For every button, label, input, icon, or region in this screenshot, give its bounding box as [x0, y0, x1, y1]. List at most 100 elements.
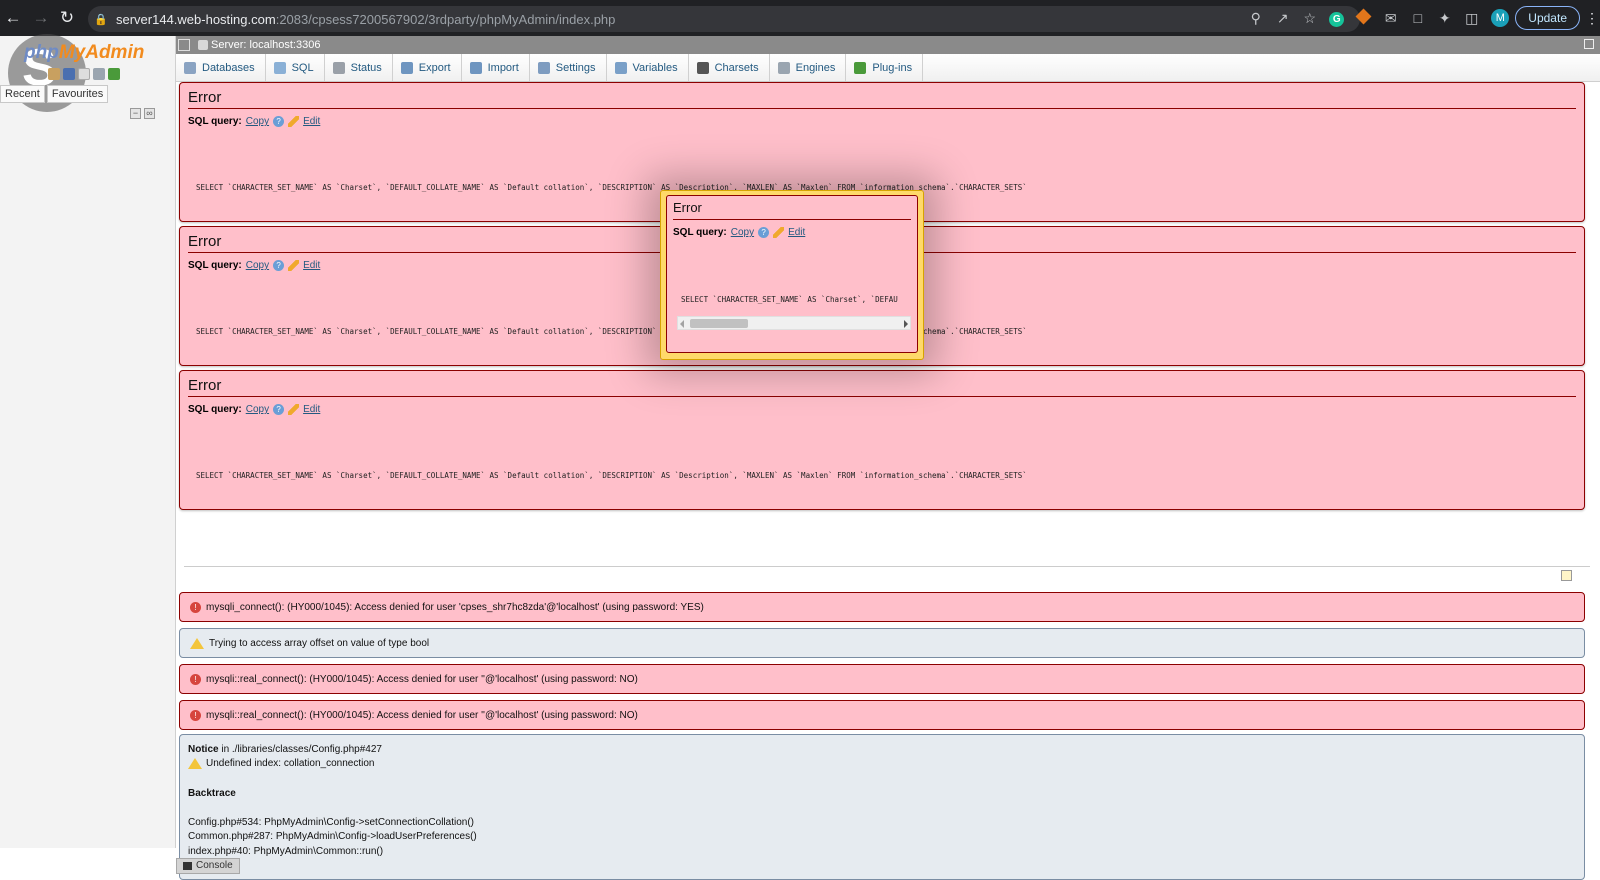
- help-icon[interactable]: ?: [758, 227, 770, 238]
- tab-plug-ins[interactable]: Plug-ins: [846, 54, 924, 81]
- horizontal-scrollbar[interactable]: [677, 316, 911, 330]
- mail-icon[interactable]: ✉: [1377, 10, 1404, 27]
- tab-variables[interactable]: Variables: [607, 54, 689, 81]
- copy-link[interactable]: Copy: [246, 116, 269, 127]
- tab-label: Engines: [795, 61, 836, 74]
- section-divider: [184, 566, 1590, 567]
- help-icon[interactable]: ?: [273, 260, 285, 271]
- error-popup: Error SQL query: Copy ? Edit SELECT `CHA…: [660, 190, 924, 360]
- console-icon: [183, 862, 192, 870]
- sql-query-label: SQL query:: [188, 260, 242, 271]
- status-icon: [332, 61, 345, 74]
- tab-label: Status: [350, 61, 382, 74]
- tab-label: Export: [418, 61, 451, 74]
- engines-icon: [777, 61, 790, 74]
- variables-icon: [614, 61, 627, 74]
- phpmyadmin-logo[interactable]: phpMyAdmin: [24, 42, 144, 64]
- pencil-icon: [773, 227, 785, 238]
- sql-query-line: SQL query: Copy ? Edit: [188, 404, 320, 415]
- database-icon: [184, 61, 196, 74]
- tab-charsets[interactable]: Charsets: [689, 54, 770, 81]
- error-title: Error: [188, 377, 222, 394]
- docs-icon[interactable]: [78, 68, 90, 80]
- tab-label: Settings: [555, 61, 596, 74]
- copy-link[interactable]: Copy: [246, 260, 269, 271]
- edit-link[interactable]: Edit: [788, 227, 805, 238]
- forward-icon[interactable]: →: [28, 5, 54, 31]
- tab-engines[interactable]: Engines: [770, 54, 847, 81]
- notice-warning: Undefined index: collation_connection: [188, 758, 374, 769]
- edit-link[interactable]: Edit: [303, 116, 320, 127]
- message-error: ! mysqli_connect(): (HY000/1045): Access…: [179, 592, 1585, 622]
- copy-link[interactable]: Copy: [731, 227, 754, 238]
- folder-icon[interactable]: □: [1404, 10, 1431, 26]
- console-toggle[interactable]: Console: [176, 858, 240, 874]
- logo-nav-icons: [48, 68, 120, 80]
- pencil-icon: [288, 404, 300, 415]
- profile-avatar[interactable]: M: [1491, 9, 1510, 27]
- toggle-icon[interactable]: [1561, 570, 1572, 581]
- share-icon[interactable]: ↗: [1269, 10, 1296, 27]
- message-text: mysqli::real_connect(): (HY000/1045): Ac…: [206, 673, 638, 685]
- extensions-icon[interactable]: ✦: [1431, 10, 1458, 27]
- help-icon[interactable]: ?: [273, 116, 285, 127]
- collapse-all-icon[interactable]: −: [130, 108, 141, 119]
- popup-error-block: Error SQL query: Copy ? Edit SELECT `CHA…: [666, 195, 918, 353]
- link-icon[interactable]: ∞: [144, 108, 155, 119]
- scroll-thumb[interactable]: [690, 319, 748, 328]
- edit-link[interactable]: Edit: [303, 404, 320, 415]
- url-host: server144.web-hosting.com: [116, 11, 276, 27]
- message-error: ! mysqli::real_connect(): (HY000/1045): …: [179, 664, 1585, 694]
- update-button[interactable]: Update: [1515, 6, 1580, 30]
- sidepanel-icon[interactable]: ◫: [1458, 10, 1485, 27]
- menu-kebab-icon[interactable]: ⋮: [1584, 10, 1600, 27]
- grammarly-icon[interactable]: G: [1323, 9, 1350, 27]
- error-title: Error: [188, 233, 222, 250]
- server-label[interactable]: Server: localhost:3306: [211, 39, 320, 51]
- tab-sql[interactable]: SQL: [266, 54, 325, 81]
- edit-link[interactable]: Edit: [303, 260, 320, 271]
- backtrace-label: Backtrace: [188, 788, 236, 799]
- recent-button[interactable]: Recent: [0, 85, 45, 103]
- tab-databases[interactable]: Databases: [176, 54, 266, 81]
- server-icon: [198, 40, 208, 50]
- tab-settings[interactable]: Settings: [530, 54, 607, 81]
- zoom-icon[interactable]: ⚲: [1242, 10, 1269, 27]
- sql-query-label: SQL query:: [673, 227, 727, 238]
- pencil-icon: [288, 116, 300, 127]
- notice-warning-text: Undefined index: collation_connection: [206, 758, 375, 769]
- console-label: Console: [196, 860, 233, 871]
- charsets-icon: [696, 61, 709, 74]
- message-error: ! mysqli::real_connect(): (HY000/1045): …: [179, 700, 1585, 730]
- star-icon[interactable]: ☆: [1296, 10, 1323, 27]
- copy-link[interactable]: Copy: [246, 404, 269, 415]
- scroll-right-icon[interactable]: [904, 320, 908, 328]
- error-title: Error: [188, 89, 222, 106]
- message-text: Trying to access array offset on value o…: [209, 637, 430, 649]
- home-icon[interactable]: [48, 68, 60, 80]
- reload-nav-icon[interactable]: [108, 68, 120, 80]
- settings-gear-icon[interactable]: [93, 68, 105, 80]
- notice-backtrace-block: Notice in ./libraries/classes/Config.php…: [179, 734, 1585, 880]
- help-icon[interactable]: ?: [273, 404, 285, 415]
- tab-import[interactable]: Import: [462, 54, 530, 81]
- url-path: :2083/cpsess7200567902/3rdparty/phpMyAdm…: [275, 11, 616, 27]
- metamask-icon[interactable]: [1350, 8, 1377, 27]
- sql-query-label: SQL query:: [188, 116, 242, 127]
- collapse-nav-icon[interactable]: [178, 39, 190, 51]
- error-divider: [188, 396, 1576, 397]
- address-bar[interactable]: 🔒 server144.web-hosting.com :2083/cpsess…: [88, 6, 1360, 32]
- error-icon: !: [190, 601, 201, 613]
- tab-status[interactable]: Status: [325, 54, 393, 81]
- back-icon[interactable]: ←: [0, 5, 26, 31]
- reload-icon[interactable]: ↻: [54, 5, 80, 31]
- maximize-icon[interactable]: [1584, 39, 1594, 49]
- favourites-button[interactable]: Favourites: [46, 85, 109, 103]
- logout-icon[interactable]: [63, 68, 75, 80]
- pencil-icon: [288, 260, 300, 271]
- warning-icon: [190, 637, 204, 649]
- tab-export[interactable]: Export: [393, 54, 462, 81]
- tab-label: Databases: [202, 61, 255, 74]
- scroll-left-icon[interactable]: [680, 320, 684, 328]
- notice-label: Notice: [188, 744, 219, 755]
